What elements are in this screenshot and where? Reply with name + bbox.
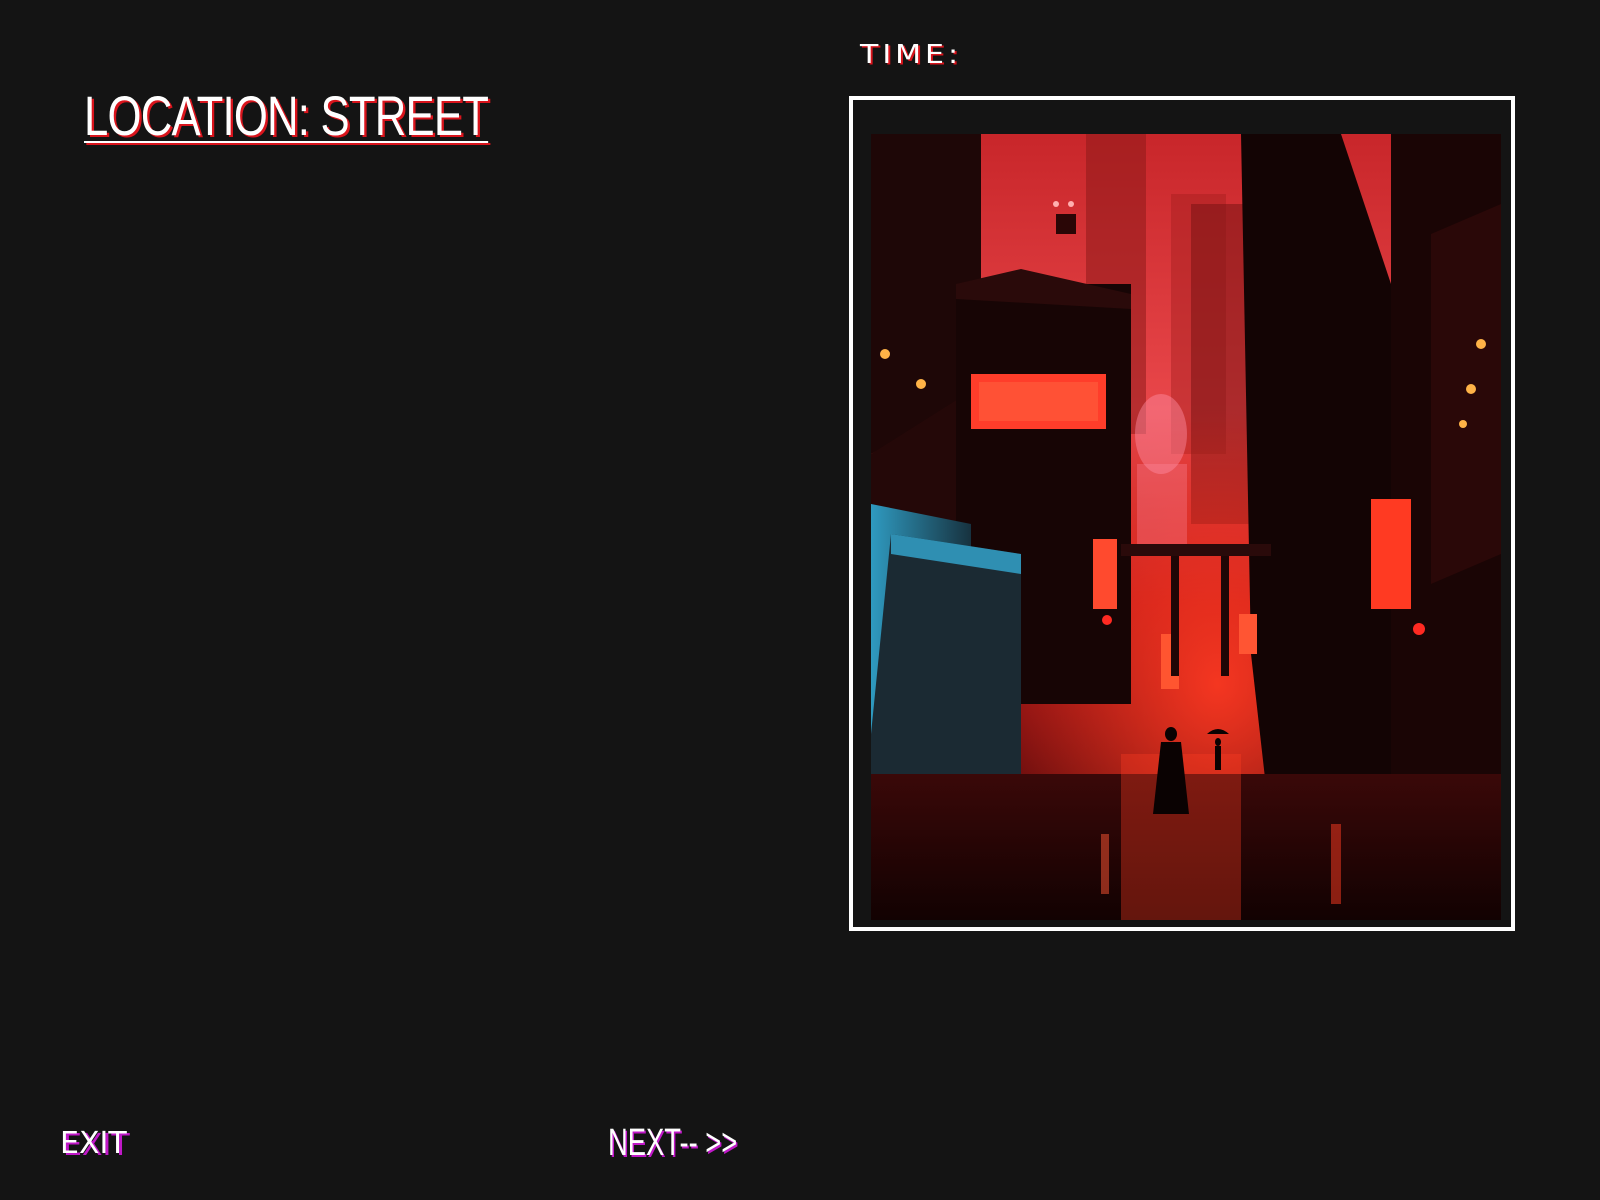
exit-button[interactable]: EXIT (60, 1126, 127, 1161)
location-title: LOCATION: STREET (84, 84, 489, 147)
scene-frame (849, 96, 1515, 931)
time-label: TIME: (860, 40, 963, 70)
cyberpunk-street-image (871, 134, 1501, 920)
next-button[interactable]: NEXT-- >> (608, 1122, 737, 1165)
